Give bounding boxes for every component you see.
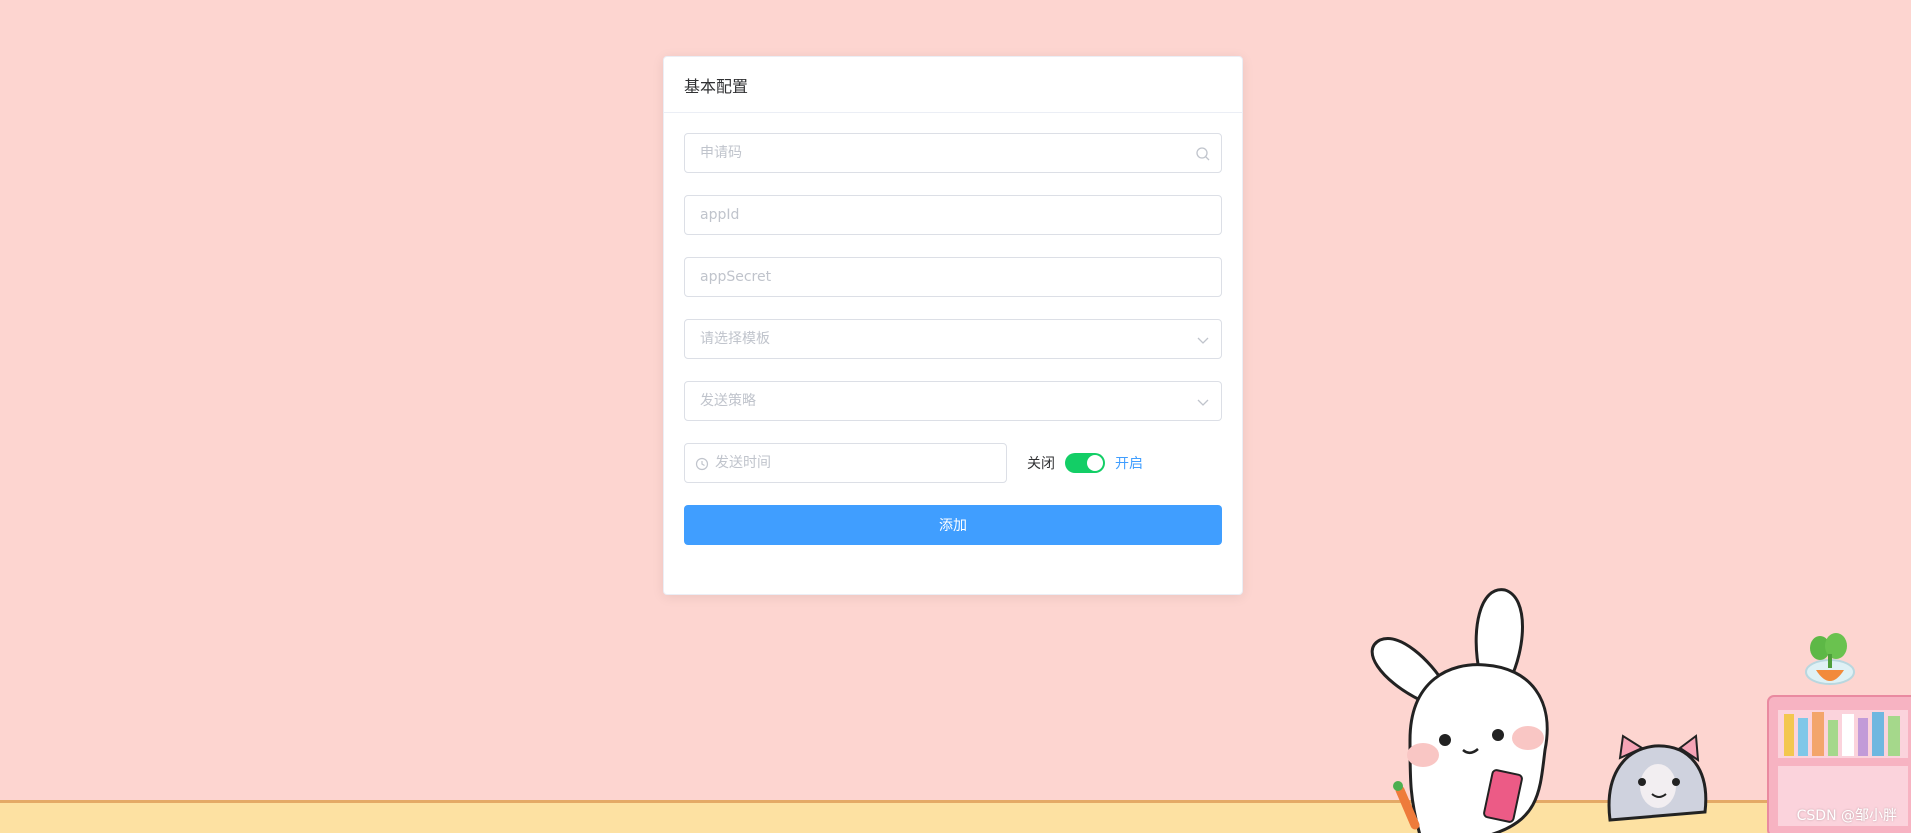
clock-icon [695,457,709,471]
basic-config-card: 基本配置 申请码 appId appSecret 请选择模板 发送策略 发送时间… [663,56,1243,595]
strategy-select[interactable] [684,381,1222,421]
bunny-cat-illustration [1370,588,1911,833]
config-form: 关闭 开启 添加 [664,113,1242,565]
time-switch-row: 关闭 开启 [684,443,1222,483]
switch-on-label[interactable]: 开启 [1115,453,1143,473]
switch-off-label[interactable]: 关闭 [1027,453,1055,473]
send-switch: 关闭 开启 [1027,453,1143,473]
toggle-knob [1087,455,1103,471]
send-time-input[interactable] [685,444,1006,482]
cat-icon [1607,734,1708,822]
carrot-plant-icon [1805,633,1855,685]
bunny-icon [1370,588,1549,833]
template-select-input[interactable] [685,320,1221,358]
app-id-field[interactable] [684,195,1222,235]
app-secret-input[interactable] [685,258,1221,296]
search-icon[interactable] [1195,146,1211,162]
watermark-text: CSDN @邹小胖 [1796,808,1897,824]
template-select[interactable] [684,319,1222,359]
chevron-down-icon[interactable] [1195,332,1211,348]
apply-code-field[interactable] [684,133,1222,173]
add-button[interactable]: 添加 [684,505,1222,545]
toggle-switch[interactable] [1065,453,1105,473]
app-id-input[interactable] [685,196,1221,234]
app-secret-field[interactable] [684,257,1222,297]
card-title: 基本配置 [664,57,1242,113]
chevron-down-icon[interactable] [1195,394,1211,410]
strategy-select-input[interactable] [685,382,1221,420]
apply-code-input[interactable] [685,134,1221,172]
send-time-picker[interactable] [684,443,1007,483]
